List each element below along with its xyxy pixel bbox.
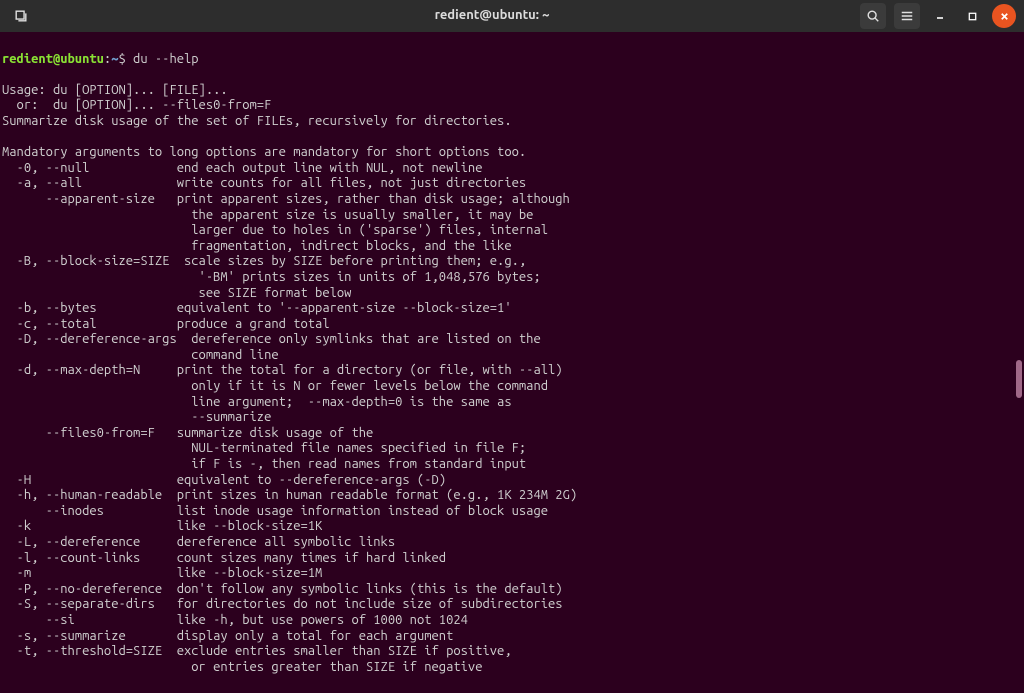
output-line: --inodes list inode usage information in… [2, 504, 1022, 520]
titlebar: redient@ubuntu: ~ [0, 0, 1024, 32]
output-line: --si like -h, but use powers of 1000 not… [2, 613, 1022, 629]
terminal-viewport[interactable]: redient@ubuntu:~$ du --help Usage: du [O… [0, 32, 1024, 693]
terminal-output: Usage: du [OPTION]... [FILE]... or: du [… [2, 83, 1022, 676]
output-line: if F is -, then read names from standard… [2, 457, 1022, 473]
output-line: Usage: du [OPTION]... [FILE]... [2, 83, 1022, 99]
output-line: fragmentation, indirect blocks, and the … [2, 239, 1022, 255]
maximize-button[interactable] [960, 4, 984, 28]
output-line: -b, --bytes equivalent to '--apparent-si… [2, 301, 1022, 317]
output-line: larger due to holes in ('sparse') files,… [2, 223, 1022, 239]
output-line: -H equivalent to --dereference-args (-D) [2, 473, 1022, 489]
hamburger-menu-icon[interactable] [894, 3, 920, 29]
output-line: --files0-from=F summarize disk usage of … [2, 426, 1022, 442]
output-line: -l, --count-links count sizes many times… [2, 551, 1022, 567]
output-line: -m like --block-size=1M [2, 566, 1022, 582]
output-line: -t, --threshold=SIZE exclude entries sma… [2, 644, 1022, 660]
output-line: only if it is N or fewer levels below th… [2, 379, 1022, 395]
output-line: -k like --block-size=1K [2, 519, 1022, 535]
window-title: redient@ubuntu: ~ [128, 8, 856, 24]
output-line: or: du [OPTION]... --files0-from=F [2, 98, 1022, 114]
prompt-symbol: $ [118, 52, 125, 66]
output-line: -s, --summarize display only a total for… [2, 629, 1022, 645]
output-line: line argument; --max-depth=0 is the same… [2, 395, 1022, 411]
output-line: -L, --dereference dereference all symbol… [2, 535, 1022, 551]
search-icon[interactable] [860, 3, 886, 29]
output-line: Mandatory arguments to long options are … [2, 145, 1022, 161]
entered-command: du --help [133, 52, 199, 66]
output-line: --apparent-size print apparent sizes, ra… [2, 192, 1022, 208]
output-line: -S, --separate-dirs for directories do n… [2, 597, 1022, 613]
minimize-button[interactable] [928, 4, 952, 28]
output-line: NUL-terminated file names specified in f… [2, 441, 1022, 457]
output-line: command line [2, 348, 1022, 364]
output-line: see SIZE format below [2, 286, 1022, 302]
prompt-user: redient@ubuntu [2, 52, 104, 66]
output-line [2, 130, 1022, 146]
output-line: -0, --null end each output line with NUL… [2, 161, 1022, 177]
output-line: -c, --total produce a grand total [2, 317, 1022, 333]
output-line: the apparent size is usually smaller, it… [2, 208, 1022, 224]
output-line: '-BM' prints sizes in units of 1,048,576… [2, 270, 1022, 286]
output-line: or entries greater than SIZE if negative [2, 660, 1022, 676]
output-line: -d, --max-depth=N print the total for a … [2, 363, 1022, 379]
output-line: -P, --no-dereference don't follow any sy… [2, 582, 1022, 598]
vertical-scrollbar-thumb[interactable] [1016, 360, 1022, 398]
prompt-line: redient@ubuntu:~$ du --help [2, 52, 1022, 68]
output-line: -D, --dereference-args dereference only … [2, 332, 1022, 348]
output-line: Summarize disk usage of the set of FILEs… [2, 114, 1022, 130]
output-line: -h, --human-readable print sizes in huma… [2, 488, 1022, 504]
output-line: --summarize [2, 410, 1022, 426]
output-line: -B, --block-size=SIZE scale sizes by SIZ… [2, 254, 1022, 270]
new-tab-icon[interactable] [8, 3, 34, 29]
close-button[interactable] [992, 4, 1016, 28]
output-line: -a, --all write counts for all files, no… [2, 176, 1022, 192]
